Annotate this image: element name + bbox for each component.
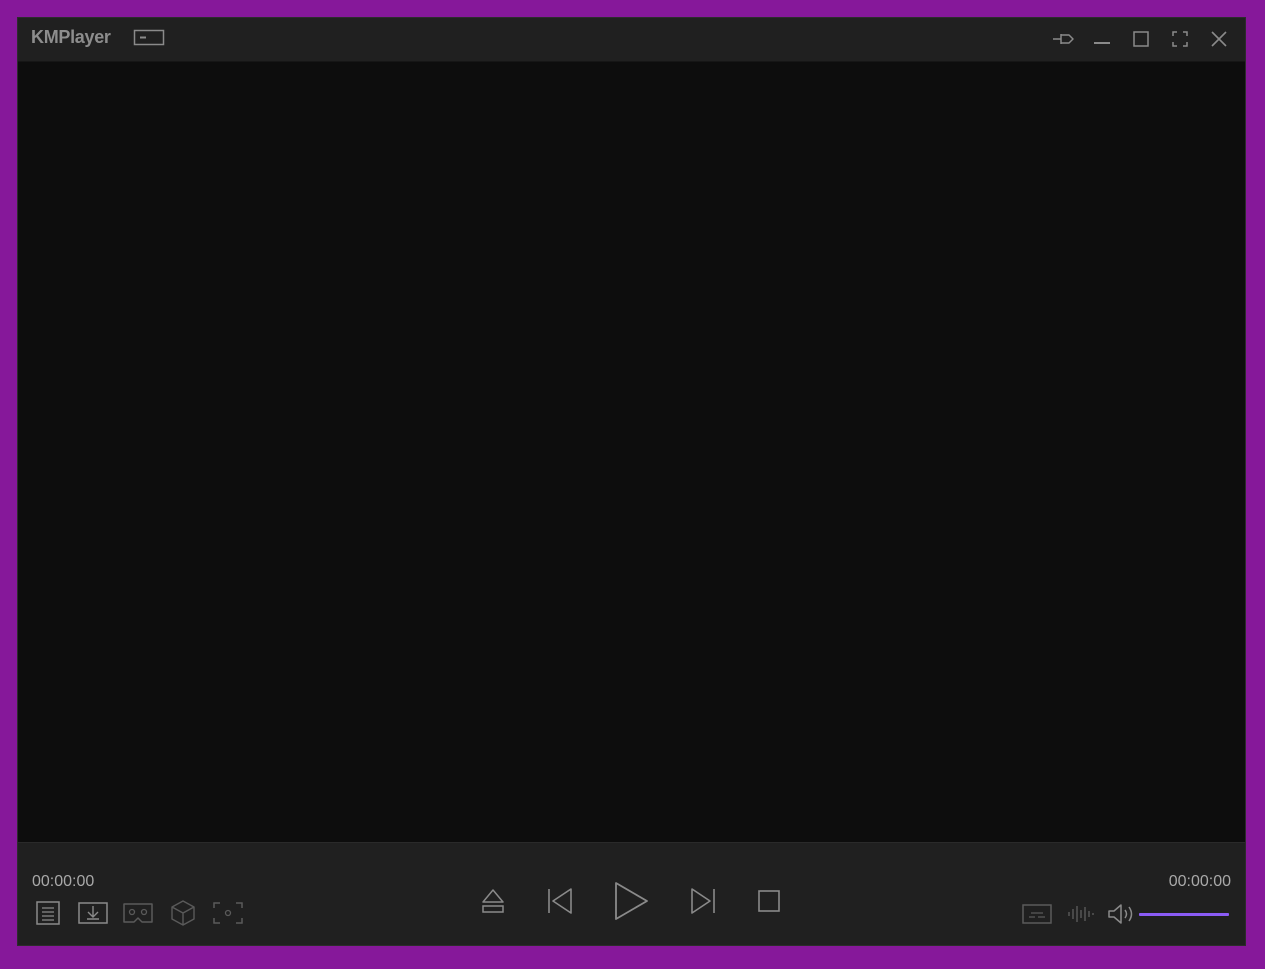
pin-icon xyxy=(1053,34,1074,44)
next-button[interactable] xyxy=(687,885,719,917)
playlist-icon xyxy=(36,901,60,925)
stop-button[interactable] xyxy=(754,885,784,917)
eject-icon xyxy=(482,889,504,913)
previous-button[interactable] xyxy=(544,885,576,917)
subtitle-icon xyxy=(1022,904,1052,924)
play-button[interactable] xyxy=(610,879,652,923)
control-bar: 00:00:00 00:00:00 xyxy=(18,842,1245,945)
audio-wave-button[interactable] xyxy=(1065,900,1099,928)
volume-fill xyxy=(1139,913,1229,916)
compact-mode-button[interactable] xyxy=(133,29,166,48)
previous-icon xyxy=(548,888,572,914)
playlist-button[interactable] xyxy=(34,899,62,927)
next-icon xyxy=(691,888,715,914)
volume-slider[interactable] xyxy=(1139,911,1229,917)
pin-button[interactable] xyxy=(1049,26,1077,52)
3d-button[interactable] xyxy=(168,899,198,927)
title-bar[interactable]: KMPlayer xyxy=(18,18,1245,62)
eject-button[interactable] xyxy=(478,885,508,917)
vr-headset-icon xyxy=(123,903,153,923)
capture-icon xyxy=(213,902,243,924)
maximize-icon xyxy=(1133,31,1149,47)
fullscreen-button[interactable] xyxy=(1166,26,1194,52)
audio-wave-icon xyxy=(1068,906,1094,922)
total-time: 00:00:00 xyxy=(1168,873,1231,890)
download-icon xyxy=(78,902,108,924)
player-window: KMPlayer 00:00:00 00:00:00 xyxy=(17,17,1246,946)
app-title: KMPlayer xyxy=(31,27,111,47)
capture-button[interactable] xyxy=(211,899,245,927)
volume-icon xyxy=(1108,904,1133,924)
close-icon xyxy=(1211,31,1227,47)
download-button[interactable] xyxy=(76,899,110,927)
minimize-icon xyxy=(1094,42,1110,44)
compact-mode-icon xyxy=(133,29,165,46)
video-display[interactable] xyxy=(18,62,1245,843)
3d-cube-icon xyxy=(171,900,195,926)
volume-button[interactable] xyxy=(1105,900,1139,928)
close-button[interactable] xyxy=(1205,26,1233,52)
vr-button[interactable] xyxy=(121,899,155,927)
play-icon xyxy=(615,882,648,920)
minimize-button[interactable] xyxy=(1088,26,1116,52)
subtitle-button[interactable] xyxy=(1020,900,1054,928)
maximize-button[interactable] xyxy=(1127,26,1155,52)
fullscreen-icon xyxy=(1172,31,1188,47)
stop-icon xyxy=(758,890,780,912)
current-time: 00:00:00 xyxy=(32,873,95,890)
